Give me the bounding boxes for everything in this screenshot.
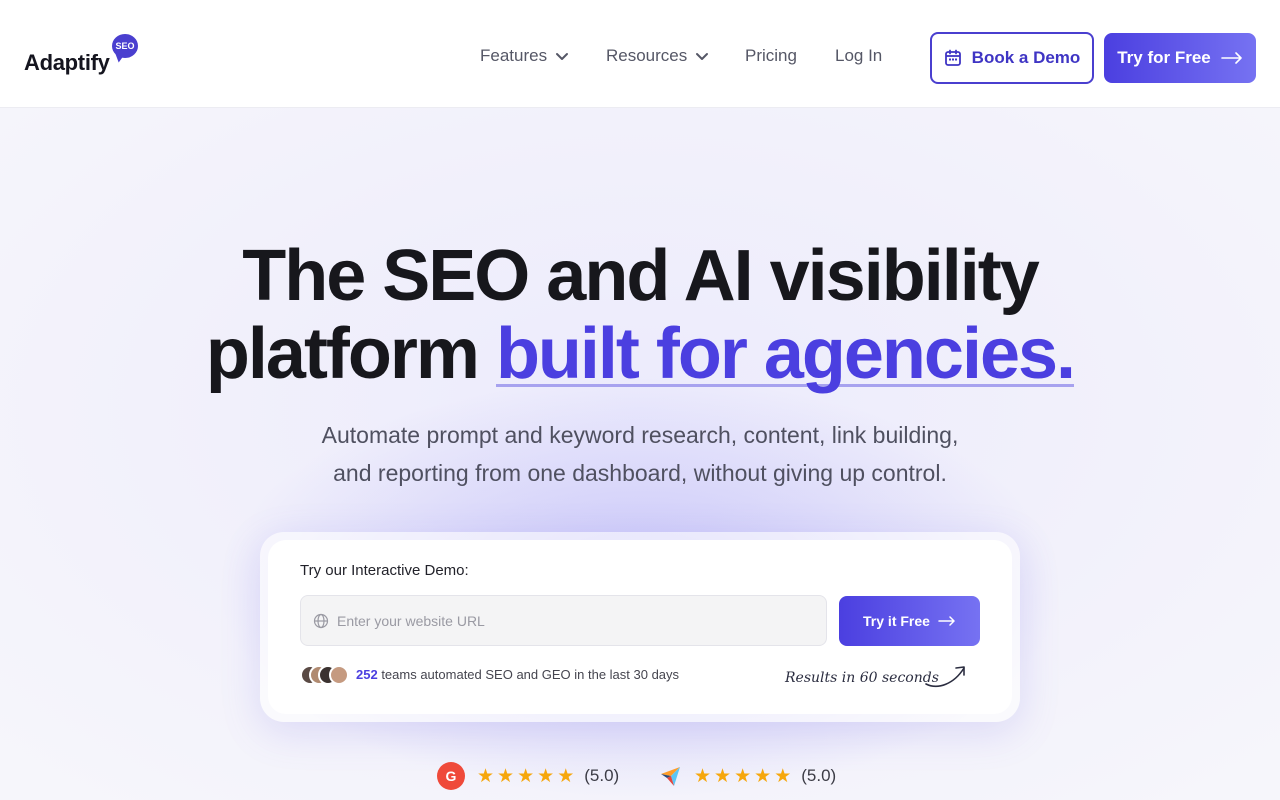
hero-subtitle-line1: Automate prompt and keyword research, co… — [321, 422, 959, 448]
star-icon: ★ — [537, 765, 555, 787]
chevron-down-icon — [556, 53, 569, 60]
try-it-free-button[interactable]: Try it Free — [839, 596, 980, 646]
nav-features-label: Features — [480, 46, 548, 65]
social-proof-text: 252 teams automated SEO and GEO in the l… — [356, 667, 679, 682]
hero-subtitle-line2: and reporting from one dashboard, withou… — [333, 460, 947, 486]
site-header: Adaptify SEO Features Resources Pricing … — [0, 0, 1280, 108]
star-icon: ★ — [694, 765, 712, 787]
star-icon: ★ — [497, 765, 515, 787]
avatar — [329, 665, 349, 685]
rating-score: (5.0) — [801, 766, 837, 785]
nav-login[interactable]: Log In — [835, 46, 882, 66]
website-url-input[interactable] — [337, 612, 807, 629]
star-icon: ★ — [754, 765, 772, 787]
curved-arrow-icon — [925, 666, 965, 688]
book-demo-label: Book a Demo — [971, 48, 1081, 67]
try-for-free-label: Try for Free — [1117, 48, 1211, 67]
star-icon: ★ — [714, 765, 732, 787]
try-for-free-button[interactable]: Try for Free — [1104, 33, 1256, 83]
arrow-right-icon — [938, 616, 955, 626]
try-it-free-label: Try it Free — [863, 613, 930, 629]
nav-resources-label: Resources — [606, 46, 688, 65]
logo-text: Adaptify — [24, 50, 110, 75]
teams-count: 252 — [356, 667, 378, 682]
capterra-rating[interactable]: ★ ★ ★ ★ ★ (5.0) — [660, 761, 836, 791]
chevron-down-icon — [696, 53, 709, 60]
star-icon: ★ — [557, 765, 575, 787]
capterra-logo-icon — [661, 767, 680, 786]
hero-headline-line2: platform built for agencies. — [0, 314, 1280, 394]
star-icon: ★ — [517, 765, 535, 787]
g2-rating[interactable]: G ★ ★ ★ ★ ★ (5.0) — [437, 761, 619, 791]
star-icon: ★ — [734, 765, 752, 787]
g2-logo-icon: G — [437, 762, 465, 790]
logo-seo-badge: SEO — [112, 34, 138, 58]
hero-headline-accent: built for agencies. — [495, 314, 1076, 394]
nav-resources[interactable]: Resources — [606, 46, 709, 66]
rating-score: (5.0) — [584, 766, 620, 785]
calendar-icon — [944, 49, 961, 66]
hero-headline-prefix: platform — [205, 314, 496, 394]
url-input-container[interactable] — [300, 595, 827, 646]
rating-stars: ★ ★ ★ ★ ★ — [477, 766, 574, 786]
teams-text: teams automated SEO and GEO in the last … — [377, 667, 680, 682]
book-demo-button[interactable]: Book a Demo — [930, 32, 1094, 84]
hero-headline-line1: The SEO and AI visibility — [242, 236, 1040, 316]
results-note: Results in 60 seconds — [785, 670, 939, 686]
nav-features[interactable]: Features — [480, 46, 569, 66]
nav-pricing[interactable]: Pricing — [745, 46, 797, 66]
star-icon: ★ — [774, 765, 792, 787]
demo-card-title: Try our Interactive Demo: — [300, 562, 469, 579]
arrow-right-icon — [1220, 52, 1242, 64]
adaptify-logo[interactable]: Adaptify SEO — [24, 34, 144, 78]
star-icon: ★ — [477, 765, 495, 787]
team-avatars — [300, 665, 352, 685]
globe-icon — [313, 613, 329, 628]
rating-stars: ★ ★ ★ ★ ★ — [694, 766, 791, 786]
